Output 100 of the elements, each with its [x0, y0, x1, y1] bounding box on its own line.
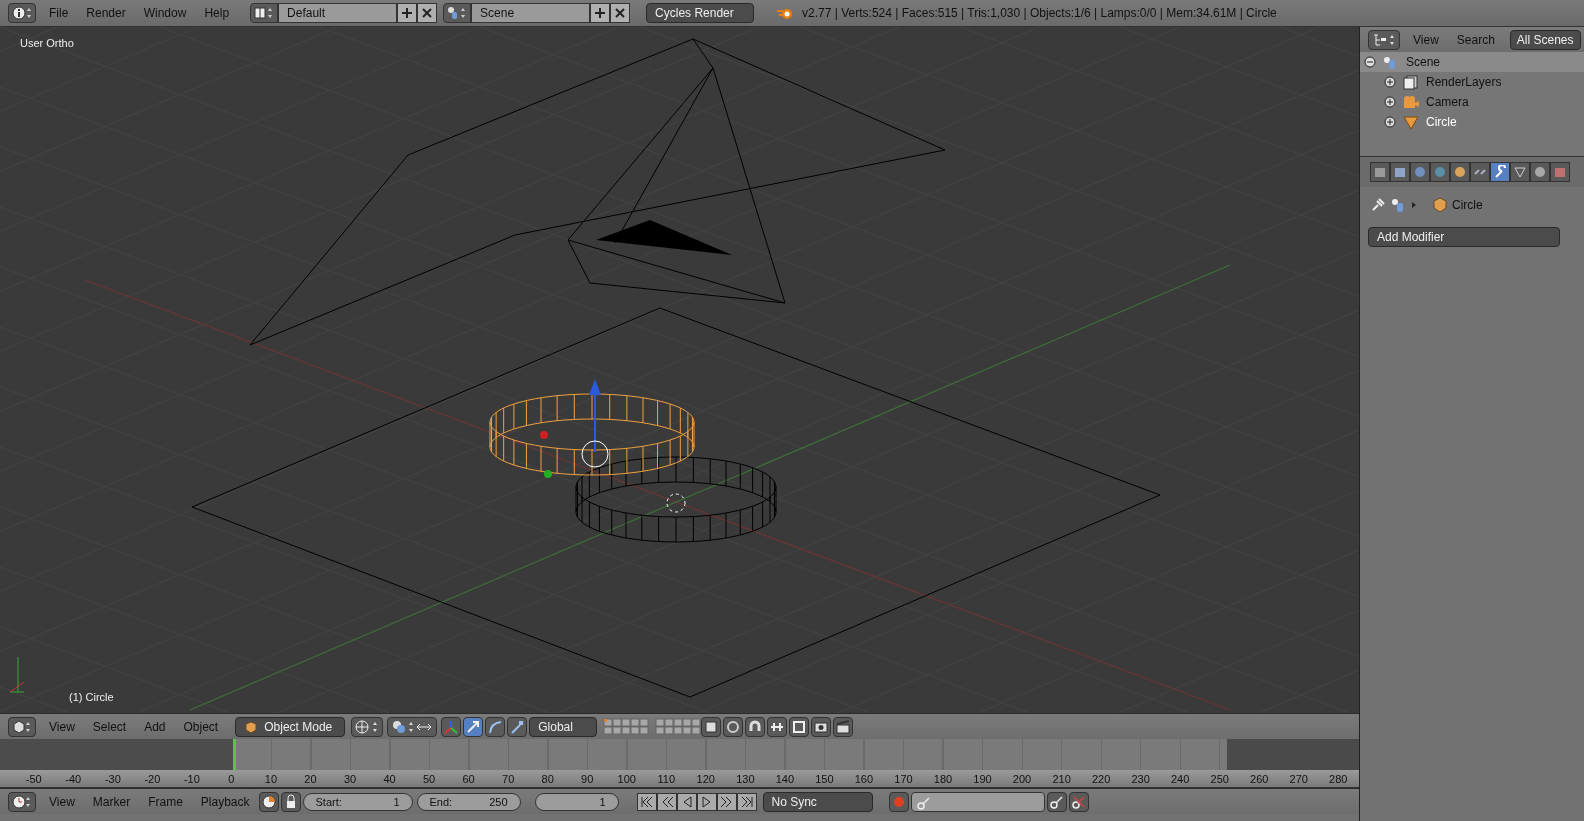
- menu-item[interactable]: Marker: [83, 794, 140, 809]
- scene-icon: [1390, 197, 1406, 213]
- object-tab[interactable]: [1450, 162, 1470, 182]
- start-frame-field[interactable]: Start: 1: [302, 792, 413, 811]
- keying-set-field[interactable]: [910, 791, 1045, 812]
- layout-field[interactable]: Default: [278, 3, 398, 23]
- delete-keyframe-icon[interactable]: [1068, 791, 1089, 812]
- magnet-icon[interactable]: [745, 716, 766, 737]
- current-frame-field[interactable]: 1: [534, 792, 619, 811]
- menu-item[interactable]: Frame: [139, 794, 192, 809]
- collapse-icon[interactable]: [1364, 56, 1376, 68]
- frame-number: 260: [1249, 772, 1270, 785]
- menu-item[interactable]: Render: [77, 6, 135, 20]
- camera-icon: [1402, 94, 1420, 110]
- frame-number: 140: [774, 772, 796, 785]
- add-modifier-dropdown[interactable]: Add Modifier: [1368, 227, 1560, 247]
- layers-icon: [1402, 74, 1420, 90]
- menu-item[interactable]: Object: [174, 719, 228, 734]
- play-reverse-icon[interactable]: [676, 792, 697, 811]
- add-icon[interactable]: [590, 3, 611, 23]
- rotate-icon[interactable]: [485, 716, 506, 737]
- scene-icon: [1413, 165, 1427, 179]
- material-tab[interactable]: [1530, 162, 1550, 182]
- expand-icon[interactable]: [1384, 96, 1396, 108]
- orientation-dropdown[interactable]: Global: [529, 716, 598, 737]
- end-frame-field[interactable]: End: 250: [416, 792, 521, 811]
- jump-start-icon[interactable]: [636, 792, 657, 811]
- menu-item[interactable]: Playback: [191, 794, 259, 809]
- outliner-row[interactable]: Camera: [1360, 92, 1584, 112]
- expand-icon[interactable]: [1384, 116, 1396, 128]
- info-editor-button[interactable]: [8, 3, 36, 23]
- menu-item[interactable]: Add: [135, 719, 175, 734]
- render-icon: [1373, 165, 1387, 179]
- outliner-row[interactable]: RenderLayers: [1360, 72, 1584, 92]
- menu-item[interactable]: View: [40, 794, 84, 809]
- menu-item[interactable]: View: [40, 719, 84, 734]
- world-icon: [1433, 165, 1447, 179]
- texture-tab[interactable]: [1550, 162, 1570, 182]
- menu-item[interactable]: Window: [134, 6, 196, 20]
- scene-tab[interactable]: [1410, 162, 1430, 182]
- menu-item[interactable]: Search: [1447, 32, 1504, 47]
- data-icon: [1513, 165, 1527, 179]
- display-mode-dropdown[interactable]: All Scenes: [1509, 29, 1581, 50]
- frame-number: -40: [64, 772, 83, 785]
- world-tab[interactable]: [1430, 162, 1450, 182]
- expand-icon[interactable]: [1384, 76, 1396, 88]
- scale-icon[interactable]: [507, 716, 528, 737]
- jump-end-icon[interactable]: [736, 792, 757, 811]
- close-icon[interactable]: [610, 3, 631, 23]
- scene-field[interactable]: Scene: [471, 3, 591, 23]
- frame-number: 10: [263, 772, 279, 785]
- outliner-label: RenderLayers: [1426, 75, 1502, 89]
- record-icon[interactable]: [888, 791, 909, 812]
- layers-tab[interactable]: [1390, 162, 1410, 182]
- modifiers-tab[interactable]: [1490, 162, 1510, 182]
- mode-dropdown[interactable]: Object Mode: [235, 716, 346, 737]
- translate-icon[interactable]: [463, 716, 484, 737]
- menu-item[interactable]: View: [1404, 32, 1448, 47]
- pin-icon[interactable]: [1370, 197, 1386, 213]
- sync-dropdown[interactable]: No Sync: [762, 791, 873, 812]
- editor-type-button[interactable]: [8, 716, 36, 737]
- frame-number: 20: [303, 772, 318, 785]
- constraints-tab[interactable]: [1470, 162, 1490, 182]
- close-icon[interactable]: [417, 3, 438, 23]
- menu-item[interactable]: Select: [83, 719, 136, 734]
- data-tab[interactable]: [1510, 162, 1530, 182]
- frame-number: 220: [1090, 772, 1112, 785]
- preview-range-icon[interactable]: [258, 791, 279, 812]
- menu-item[interactable]: File: [40, 6, 78, 20]
- frame-number: 210: [1051, 772, 1072, 785]
- editor-type-button[interactable]: [8, 791, 36, 812]
- frame-number: -10: [182, 772, 201, 785]
- outliner-row[interactable]: Scene: [1360, 52, 1584, 72]
- scene-icon-button[interactable]: [443, 3, 472, 23]
- next-keyframe-icon[interactable]: [716, 792, 737, 811]
- add-icon[interactable]: [397, 3, 418, 23]
- lock-icon[interactable]: [280, 791, 301, 812]
- previous-keyframe-icon[interactable]: [656, 792, 677, 811]
- manipulator-icon[interactable]: [441, 716, 462, 737]
- menu-item[interactable]: Help: [195, 6, 239, 20]
- layers-icon: [1393, 165, 1407, 179]
- snap-icon[interactable]: [767, 716, 788, 737]
- frame-number: 30: [342, 772, 358, 785]
- frame-number: -50: [24, 772, 43, 785]
- insert-keyframe-icon[interactable]: [1046, 791, 1067, 812]
- snap-target-icon[interactable]: [789, 716, 810, 737]
- play-icon[interactable]: [696, 792, 717, 811]
- layout-icon-button[interactable]: [250, 3, 279, 23]
- shading-button[interactable]: [351, 716, 384, 737]
- frame-number: 60: [461, 772, 476, 785]
- frame-number: 170: [893, 772, 914, 785]
- editor-type-button[interactable]: [1368, 29, 1400, 50]
- render-icon[interactable]: [811, 716, 832, 737]
- clapperboard-icon[interactable]: [833, 716, 854, 737]
- pivot-button[interactable]: [387, 716, 438, 737]
- outliner-row[interactable]: Circle: [1360, 112, 1584, 132]
- render-engine-dropdown[interactable]: Cycles Render: [646, 3, 755, 23]
- modifiers-icon: [1493, 165, 1507, 179]
- object-name: Circle: [1452, 198, 1483, 212]
- render-tab[interactable]: [1370, 162, 1390, 182]
